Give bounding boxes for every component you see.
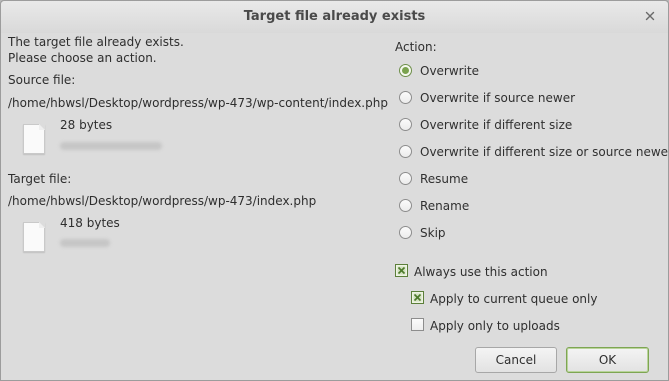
radio-label: Rename bbox=[420, 199, 470, 213]
title-bar: Target file already exists bbox=[1, 1, 668, 33]
message-line-1: The target file already exists. bbox=[8, 35, 184, 49]
close-button[interactable] bbox=[642, 8, 658, 24]
radio-indicator[interactable] bbox=[399, 118, 412, 131]
radio-indicator[interactable] bbox=[399, 172, 412, 185]
current-queue-only-option[interactable]: Apply to current queue only bbox=[1, 289, 668, 307]
always-use-action-checkbox[interactable] bbox=[395, 264, 408, 277]
radio-resume[interactable]: Resume bbox=[1, 170, 668, 188]
radio-overwrite[interactable]: Overwrite bbox=[1, 62, 668, 80]
radio-skip[interactable]: Skip bbox=[1, 224, 668, 242]
uploads-only-option[interactable]: Apply only to uploads bbox=[1, 316, 668, 334]
radio-indicator[interactable] bbox=[399, 199, 412, 212]
uploads-only-label: Apply only to uploads bbox=[430, 319, 560, 333]
radio-label: Resume bbox=[420, 172, 469, 186]
uploads-only-checkbox[interactable] bbox=[411, 318, 424, 331]
radio-indicator[interactable] bbox=[399, 64, 412, 77]
current-queue-only-label: Apply to current queue only bbox=[430, 292, 598, 306]
radio-overwrite-if-newer[interactable]: Overwrite if source newer bbox=[1, 89, 668, 107]
radio-overwrite-if-different-size[interactable]: Overwrite if different size bbox=[1, 116, 668, 134]
radio-indicator[interactable] bbox=[399, 145, 412, 158]
current-queue-only-checkbox[interactable] bbox=[411, 291, 424, 304]
ok-button[interactable]: OK bbox=[566, 347, 649, 373]
cancel-button[interactable]: Cancel bbox=[475, 347, 557, 373]
check-icon bbox=[413, 293, 422, 302]
file-exists-dialog: Target file already exists The target fi… bbox=[0, 0, 669, 381]
radio-label: Overwrite bbox=[420, 64, 480, 78]
radio-label: Skip bbox=[420, 226, 446, 240]
action-label: Action: bbox=[395, 40, 437, 54]
always-use-action-label: Always use this action bbox=[414, 265, 548, 279]
radio-overwrite-if-size-or-newer[interactable]: Overwrite if different size or source ne… bbox=[1, 143, 669, 161]
always-use-action-option[interactable]: Always use this action bbox=[1, 262, 668, 280]
radio-label: Overwrite if different size bbox=[420, 118, 573, 132]
radio-indicator[interactable] bbox=[399, 91, 412, 104]
radio-label: Overwrite if different size or source ne… bbox=[420, 145, 669, 159]
close-icon bbox=[645, 11, 655, 21]
radio-label: Overwrite if source newer bbox=[420, 91, 576, 105]
dialog-title: Target file already exists bbox=[243, 9, 426, 24]
check-icon bbox=[397, 266, 406, 275]
radio-rename[interactable]: Rename bbox=[1, 197, 668, 215]
radio-indicator[interactable] bbox=[399, 226, 412, 239]
